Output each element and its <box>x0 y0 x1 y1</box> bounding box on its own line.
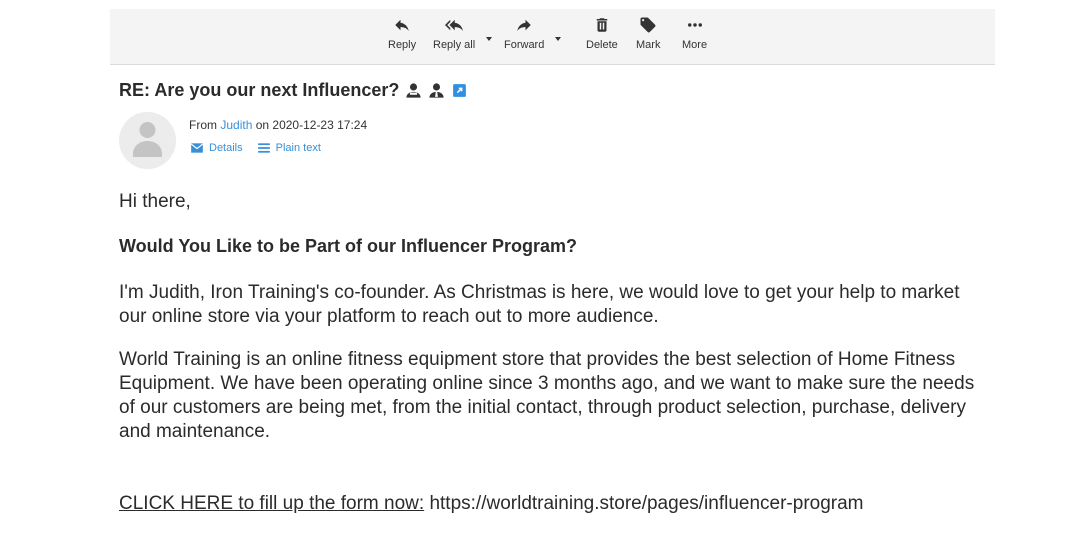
details-label: Details <box>209 142 243 154</box>
forward-dropdown-caret[interactable] <box>555 37 561 41</box>
forward-label: Forward <box>504 39 545 51</box>
reply-icon <box>395 19 409 31</box>
forward-icon <box>517 19 531 31</box>
message-subject: RE: Are you our next Influencer? <box>119 80 468 101</box>
more-button[interactable]: More <box>682 14 707 60</box>
plain-text-link[interactable]: Plain text <box>257 142 321 154</box>
from-line: From Judith on 2020-12-23 17:24 <box>189 118 367 132</box>
reply-label: Reply <box>388 39 417 51</box>
reply-all-dropdown-caret[interactable] <box>486 37 492 41</box>
plain-text-label: Plain text <box>275 142 321 154</box>
cta-url: https://worldtraining.store/pages/influe… <box>424 493 864 514</box>
message-meta-links: Details Plain text <box>190 142 335 154</box>
more-label: More <box>682 39 708 51</box>
reply-all-icon <box>445 19 464 31</box>
email-viewer: Reply Reply all Forward Delete Mark More… <box>0 0 1080 540</box>
subject-text: RE: Are you our next Influencer? <box>119 80 400 100</box>
sender-avatar <box>119 112 176 169</box>
reply-button[interactable]: Reply <box>388 14 416 60</box>
from-prefix: From <box>189 118 217 132</box>
body-paragraph: I'm Judith, Iron Training's co-founder. … <box>119 282 960 327</box>
mark-button[interactable]: Mark <box>636 14 660 60</box>
delete-button[interactable]: Delete <box>586 14 618 60</box>
details-link[interactable]: Details <box>190 142 243 154</box>
envelope-icon <box>190 143 204 153</box>
body-paragraph: World Training is an online fitness equi… <box>119 349 975 442</box>
cta-link[interactable]: CLICK HERE to fill up the form now: <box>119 493 424 514</box>
sender-link[interactable]: Judith <box>220 118 252 132</box>
message-toolbar: Reply Reply all Forward Delete Mark More <box>110 9 995 65</box>
body-heading: Would You Like to be Part of our Influen… <box>119 236 578 256</box>
external-link-icon[interactable] <box>451 82 468 99</box>
reply-all-button[interactable]: Reply all <box>433 14 475 60</box>
tag-icon <box>640 17 656 33</box>
avatar-placeholder-icon <box>119 112 176 169</box>
call-to-action: CLICK HERE to fill up the form now: http… <box>119 492 989 516</box>
delete-label: Delete <box>586 39 618 51</box>
user-icon <box>428 82 445 99</box>
forward-button[interactable]: Forward <box>504 14 544 60</box>
more-icon <box>687 23 702 27</box>
trash-icon <box>596 18 608 32</box>
body-greeting: Hi there, <box>119 191 191 212</box>
mark-label: Mark <box>636 39 661 51</box>
lines-icon <box>257 143 270 153</box>
reply-all-label: Reply all <box>433 39 476 51</box>
user-icon <box>405 82 422 99</box>
message-date: on 2020-12-23 17:24 <box>255 118 368 132</box>
